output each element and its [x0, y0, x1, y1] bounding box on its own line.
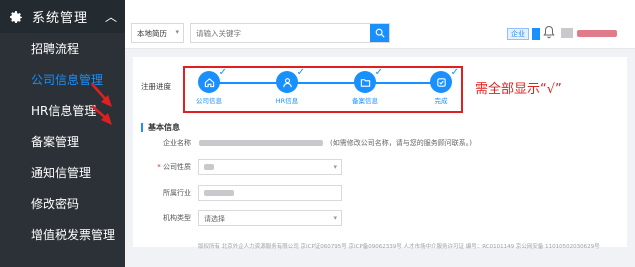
step-label: 完成 — [434, 97, 448, 105]
chevron-down-icon: ▾ — [175, 28, 179, 36]
search-input[interactable] — [191, 24, 331, 42]
chevron-down-icon: ▾ — [333, 214, 337, 222]
chevron-down-icon: ▾ — [333, 163, 337, 171]
company-type-label-text: 公司性质 — [163, 163, 191, 171]
progress-label: 注册进度 — [141, 82, 171, 91]
progress-step: ✓ 备案信息 — [345, 67, 385, 105]
search-box — [190, 23, 390, 43]
folder-icon — [360, 78, 370, 87]
form-row-company-type: * 公司性质 ▾ — [133, 159, 627, 175]
company-type-value-redacted — [204, 164, 214, 170]
avatar[interactable] — [561, 28, 573, 38]
person-icon — [282, 77, 292, 87]
resume-source-select[interactable]: 本地简历 ▾ — [131, 23, 184, 43]
sidebar-item-recruit-flow[interactable]: 招聘流程 — [0, 33, 125, 64]
enterprise-badge-marker — [532, 28, 540, 40]
resume-source-value: 本地简历 — [137, 28, 167, 38]
step-circle: ✓ — [198, 67, 227, 93]
org-type-select[interactable]: 请选择 ▾ — [198, 210, 342, 226]
sidebar-item-notifications[interactable]: 通知信管理 — [0, 157, 125, 188]
progress-highlight-box: ✓ 公司信息 ✓ HR信息 ✓ 备案信息 ✓ 完成 — [183, 66, 463, 113]
progress-step: ✓ 公司信息 — [189, 67, 229, 105]
progress-step: ✓ 完成 — [421, 67, 461, 105]
home-icon — [204, 77, 214, 87]
form-row-org-type: 机构类型 请选择 ▾ — [133, 210, 627, 226]
annotation-text: 需全部显示“√” — [475, 82, 562, 97]
step-circle: ✓ — [354, 67, 383, 93]
step-label: HR信息 — [275, 97, 299, 105]
company-type-select[interactable]: ▾ — [198, 159, 342, 175]
search-icon — [375, 28, 385, 38]
red-arrow-annotation — [91, 83, 112, 125]
check-mark-icon: ✓ — [450, 67, 459, 78]
user-name-redacted[interactable] — [577, 30, 617, 37]
company-type-label: * 公司性质 — [133, 162, 191, 172]
sidebar-title: 系统管理 — [32, 11, 89, 26]
step-label: 公司信息 — [196, 97, 222, 105]
main-content: 注册进度 ✓ 公司信息 ✓ HR信息 ✓ 备案信息 ✓ 完成 需全部显示“√” … — [133, 57, 627, 247]
section-title-basic-info: 基本信息 — [141, 123, 180, 132]
step-circle: ✓ — [430, 67, 459, 93]
progress-step: ✓ HR信息 — [267, 67, 307, 105]
step-label: 备案信息 — [352, 97, 378, 105]
industry-label: 所属行业 — [163, 189, 191, 197]
industry-value-redacted — [204, 190, 234, 196]
footer-copyright: 版权所有 北京外企人力资源服务有限公司 京ICP证060795号 京ICP备09… — [198, 244, 600, 250]
check-mark-icon: ✓ — [374, 67, 383, 78]
step-circle: ✓ — [276, 67, 305, 93]
bell-icon[interactable] — [543, 25, 555, 39]
company-name-label: 企业名称 — [163, 139, 191, 147]
gear-icon — [10, 10, 22, 23]
form-row-company-name: 企业名称 (如需修改公司名称，请与您的服务顾问联系。) — [133, 135, 627, 151]
progress-track — [207, 82, 439, 84]
form-row-industry: 所属行业 — [133, 185, 627, 201]
company-name-hint: (如需修改公司名称，请与您的服务顾问联系。) — [330, 139, 472, 147]
enterprise-badge: 企业 — [507, 28, 529, 40]
sidebar-item-vat-invoice[interactable]: 增值税发票管理 — [0, 219, 125, 250]
sidebar-item-change-password[interactable]: 修改密码 — [0, 188, 125, 219]
check-mark-icon: ✓ — [296, 67, 305, 78]
top-bar: 本地简历 ▾ 企业 — [125, 0, 635, 49]
sidebar-header[interactable]: 系统管理 ︿ — [0, 0, 125, 33]
check-icon — [436, 77, 446, 87]
org-type-label: 机构类型 — [163, 214, 191, 222]
org-type-placeholder: 请选择 — [204, 215, 225, 223]
company-name-value-redacted — [199, 140, 323, 146]
chevron-up-icon: ︿ — [104, 10, 117, 24]
search-button[interactable] — [370, 24, 389, 42]
industry-field[interactable] — [198, 185, 342, 201]
check-mark-icon: ✓ — [218, 67, 227, 78]
